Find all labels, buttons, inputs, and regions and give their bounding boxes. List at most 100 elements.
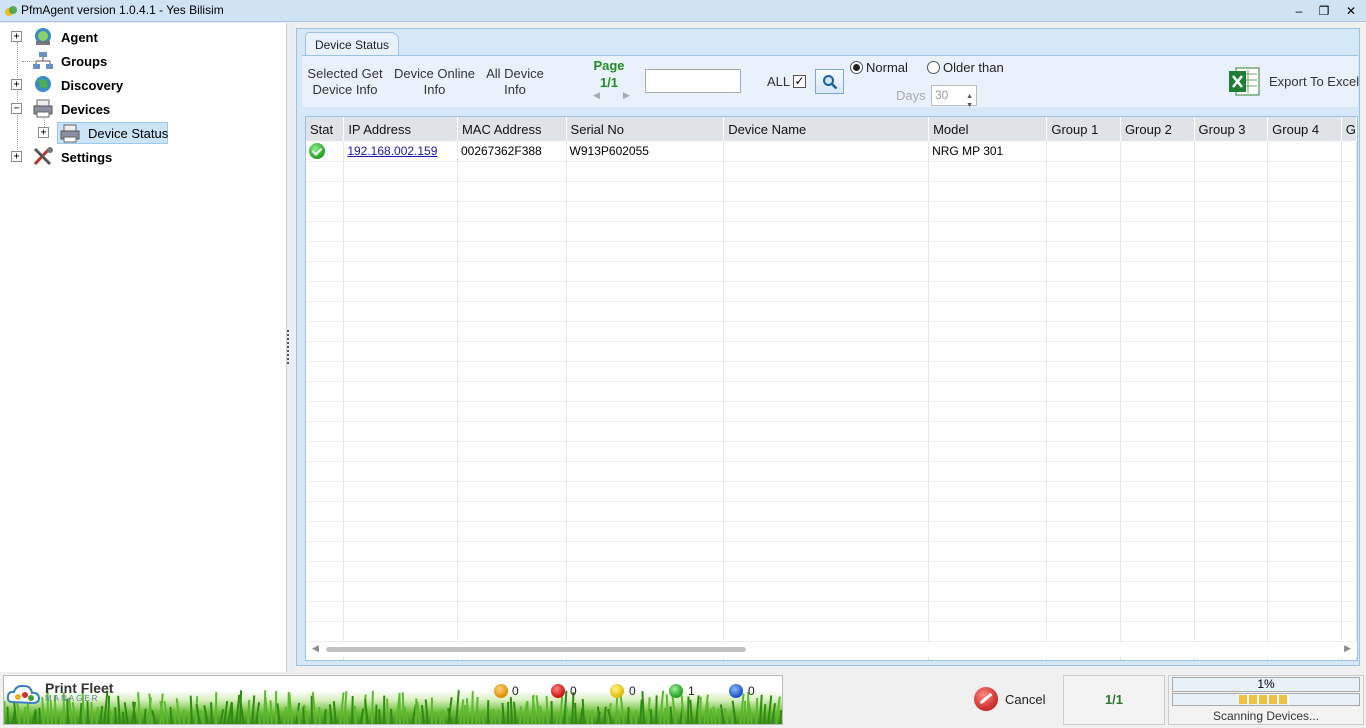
empty-cell [306, 541, 345, 562]
empty-cell [306, 241, 345, 262]
cancel-icon[interactable] [974, 687, 998, 711]
empty-cell [723, 441, 930, 462]
empty-cell [1046, 461, 1121, 482]
ip-cell: 192.168.002.159 [343, 141, 458, 162]
empty-cell [1120, 221, 1195, 242]
grass-blade [235, 694, 241, 724]
empty-cell [343, 181, 458, 202]
scrollbar-thumb[interactable] [326, 647, 746, 652]
tree-item-discovery[interactable]: Discovery [61, 78, 123, 93]
tree-item-device-status[interactable]: Device Status [88, 126, 168, 141]
column-header-serial-no[interactable]: Serial No [566, 117, 725, 141]
app-icon [5, 6, 17, 16]
expand-discovery-icon[interactable]: + [11, 79, 22, 90]
empty-cell [1341, 381, 1357, 402]
table-header-row: Stat IP Address MAC Address Serial No De… [306, 117, 1357, 141]
all-checkbox[interactable]: ✓ [793, 75, 806, 88]
empty-cell [1194, 441, 1269, 462]
search-input[interactable] [645, 69, 741, 93]
empty-cell [1267, 301, 1342, 322]
empty-cell [928, 201, 1048, 222]
empty-cell [723, 261, 930, 282]
column-header-model[interactable]: Model [928, 117, 1048, 141]
export-to-excel-button[interactable]: Export To Excel [1269, 74, 1359, 89]
horizontal-scrollbar[interactable]: ◀ ▶ [306, 642, 1357, 657]
grass-blade [283, 706, 287, 724]
empty-cell [1120, 621, 1195, 642]
empty-cell [723, 221, 930, 242]
empty-cell [1267, 241, 1342, 262]
empty-table-row [306, 301, 1357, 322]
tree-item-settings[interactable]: Settings [61, 150, 112, 165]
grass-blade [276, 703, 281, 724]
search-button[interactable] [815, 69, 844, 94]
empty-cell [1267, 201, 1342, 222]
grass-blade [629, 709, 633, 724]
older-than-radio[interactable] [927, 61, 940, 74]
minimize-button[interactable]: – [1288, 2, 1310, 20]
cancel-label[interactable]: Cancel [1005, 692, 1045, 707]
grass-blade [465, 698, 469, 724]
column-header-group-1[interactable]: Group 1 [1046, 117, 1121, 141]
column-header-group-5-partial[interactable]: G [1341, 117, 1357, 141]
column-header-group-2[interactable]: Group 2 [1120, 117, 1195, 141]
excel-icon[interactable] [1228, 65, 1261, 98]
expand-agent-icon[interactable]: + [11, 31, 22, 42]
ip-address-link[interactable]: 192.168.002.159 [347, 144, 437, 158]
grass-blade [455, 690, 460, 724]
empty-cell [457, 521, 567, 542]
close-button[interactable]: ✕ [1340, 2, 1362, 20]
empty-cell [1267, 381, 1342, 402]
empty-cell [723, 341, 930, 362]
days-stepper[interactable]: 30 ▲ ▼ [931, 85, 977, 109]
grass-blade [353, 705, 357, 724]
page-prev-icon[interactable]: ◀ [593, 90, 600, 101]
empty-cell [1194, 401, 1269, 422]
tree-item-agent[interactable]: Agent [61, 30, 98, 45]
empty-cell [566, 321, 725, 342]
empty-cell [1194, 201, 1269, 222]
column-header-device-name[interactable]: Device Name [723, 117, 930, 141]
empty-cell [343, 401, 458, 422]
empty-cell [457, 421, 567, 442]
splitter-grip[interactable] [287, 330, 289, 364]
device-online-info-button[interactable]: Device Online Info [393, 66, 476, 98]
selected-get-device-info-label-2: Device Info [312, 82, 378, 97]
column-header-group-3[interactable]: Group 3 [1194, 117, 1269, 141]
scroll-left-icon[interactable]: ◀ [312, 643, 319, 654]
empty-cell [306, 621, 345, 642]
empty-cell [306, 281, 345, 302]
all-device-info-button[interactable]: All Device Info [484, 66, 546, 98]
collapse-devices-icon[interactable]: − [11, 103, 22, 114]
grass-blade [627, 706, 630, 724]
empty-cell [1120, 601, 1195, 622]
tree-item-groups[interactable]: Groups [61, 54, 107, 69]
restore-button[interactable]: ❐ [1313, 2, 1335, 20]
column-header-mac-address[interactable]: MAC Address [457, 117, 567, 141]
normal-radio[interactable] [850, 61, 863, 74]
empty-cell [723, 461, 930, 482]
table-row[interactable]: 192.168.002.159 00267362F388 W913P602055… [306, 141, 1357, 162]
empty-cell [1341, 361, 1357, 382]
expand-device-status-icon[interactable]: + [38, 127, 49, 138]
spin-down-icon[interactable]: ▼ [966, 96, 973, 115]
page-next-icon[interactable]: ▶ [623, 90, 630, 101]
tree-item-devices[interactable]: Devices [61, 102, 110, 117]
page-label: Page [593, 58, 625, 73]
grass-blade [471, 691, 474, 724]
empty-cell [1120, 421, 1195, 442]
expand-settings-icon[interactable]: + [11, 151, 22, 162]
column-header-stat[interactable]: Stat [306, 117, 345, 141]
grass-blade [555, 711, 560, 724]
empty-cell [306, 441, 345, 462]
blue-info-icon [729, 684, 743, 698]
selected-get-device-info-button[interactable]: Selected Get Device Info [306, 66, 384, 98]
empty-cell [1194, 161, 1269, 182]
scroll-right-icon[interactable]: ▶ [1344, 643, 1351, 654]
column-header-ip-address[interactable]: IP Address [343, 117, 458, 141]
empty-table-row [306, 281, 1357, 302]
tab-device-status[interactable]: Device Status [305, 32, 399, 56]
empty-cell [566, 201, 725, 222]
empty-cell [343, 381, 458, 402]
column-header-group-4[interactable]: Group 4 [1267, 117, 1342, 141]
